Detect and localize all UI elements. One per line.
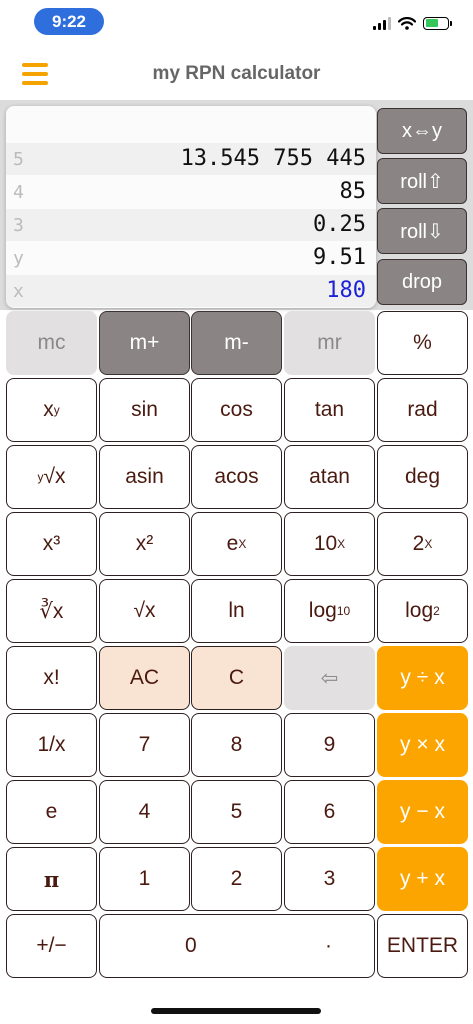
euler-button[interactable]: e [6,780,97,844]
atan-button[interactable]: atan [284,445,375,509]
memory-clear-button[interactable]: mc [6,311,97,375]
ten-exp: X [337,537,346,551]
digit-4-button[interactable]: 4 [99,780,190,844]
power-button[interactable]: xy [6,378,97,442]
digit-5-button[interactable]: 5 [191,780,282,844]
cellular-signal-icon [373,16,391,30]
memory-subtract-button[interactable]: m- [191,311,282,375]
digit-6-button[interactable]: 6 [284,780,375,844]
register-label: y [13,248,24,269]
y-root-button[interactable]: y √x [6,445,97,509]
stack-row-3: 3 0.25 [6,209,376,241]
digit-9-button[interactable]: 9 [284,713,375,777]
log10-button[interactable]: log 10 [284,579,375,643]
add-button[interactable]: y + x [377,847,468,911]
root-main: √x [43,465,66,488]
stack-row-5: 5 13.545 755 445 [6,143,376,175]
multiply-button[interactable]: y × x [377,713,468,777]
status-time: 9:22 [34,8,104,35]
backspace-button[interactable]: ⇦ [284,646,375,710]
digit-3-button[interactable]: 3 [284,847,375,911]
two-exp: X [424,537,433,551]
ten-base: 10 [313,532,338,555]
digit-7-button[interactable]: 7 [99,713,190,777]
deg-button[interactable]: deg [377,445,468,509]
home-indicator [151,1008,321,1014]
register-value: 0.25 [313,212,366,237]
register-label: 5 [13,149,24,170]
log10-sub: 10 [336,604,351,618]
digit-8-button[interactable]: 8 [191,713,282,777]
battery-icon [423,16,452,30]
digit-0-label: 0 [185,934,197,957]
page-title: my RPN calculator [152,63,321,84]
tan-button[interactable]: tan [284,378,375,442]
register-value: 85 [339,179,367,204]
digit-2-button[interactable]: 2 [191,847,282,911]
exp-button[interactable]: eX [191,512,282,576]
sqrt-button[interactable]: √x [99,579,190,643]
stack-row-4: 4 85 [6,176,376,208]
square-button[interactable]: x² [99,512,190,576]
pi-button[interactable]: π [6,847,97,911]
two-power-button[interactable]: 2X [377,512,468,576]
stack-display: 5 13.545 755 445 4 85 3 0.25 y 9.51 x 18… [6,106,376,308]
reciprocal-button[interactable]: 1/x [6,713,97,777]
digit-1-button[interactable]: 1 [99,847,190,911]
register-label: 3 [13,215,24,236]
register-value: 13.545 755 445 [180,146,366,171]
register-value: 9.51 [313,245,366,270]
divide-button[interactable]: y ÷ x [377,646,468,710]
cube-root-button[interactable]: ∛x [6,579,97,643]
asin-button[interactable]: asin [99,445,190,509]
power-base: x [43,398,54,421]
exp-exp: X [238,537,247,551]
stack-row-y: y 9.51 [6,242,376,274]
digit-0-button[interactable]: 0 · [99,914,375,978]
factorial-button[interactable]: x! [6,646,97,710]
power-exp: y [53,403,60,417]
rad-button[interactable]: rad [377,378,468,442]
all-clear-button[interactable]: AC [99,646,190,710]
roll-up-button[interactable]: roll⇧ [377,158,467,204]
stack-row-empty [6,110,376,142]
memory-add-button[interactable]: m+ [99,311,190,375]
subtract-button[interactable]: y − x [377,780,468,844]
register-label: 4 [13,182,24,203]
log10-base: log [308,599,337,622]
roll-down-button[interactable]: roll⇩ [377,208,467,254]
register-value-x: 180 [326,278,366,303]
percent-button[interactable]: % [377,311,468,375]
two-base: 2 [412,532,425,555]
decimal-point-label: · [325,934,332,957]
sin-button[interactable]: sin [99,378,190,442]
cos-button[interactable]: cos [191,378,282,442]
log2-sub: 2 [433,604,440,618]
cube-button[interactable]: x³ [6,512,97,576]
backspace-icon: ⇦ [320,666,339,690]
negate-button[interactable]: +/− [6,914,97,978]
ln-button[interactable]: ln [191,579,282,643]
acos-button[interactable]: acos [191,445,282,509]
memory-recall-button[interactable]: mr [284,311,375,375]
ten-power-button[interactable]: 10 X [284,512,375,576]
stack-row-x: x 180 [6,275,376,307]
register-label: x [13,281,24,302]
clear-button[interactable]: C [191,646,282,710]
log2-button[interactable]: log 2 [377,579,468,643]
log2-base: log [405,599,434,622]
drop-button[interactable]: drop [377,259,467,305]
swap-xy-button[interactable]: x⇔y [377,108,467,154]
enter-button[interactable]: ENTER [377,914,468,978]
status-icons [373,14,452,32]
wifi-icon [398,16,416,30]
exp-base: e [226,532,239,555]
